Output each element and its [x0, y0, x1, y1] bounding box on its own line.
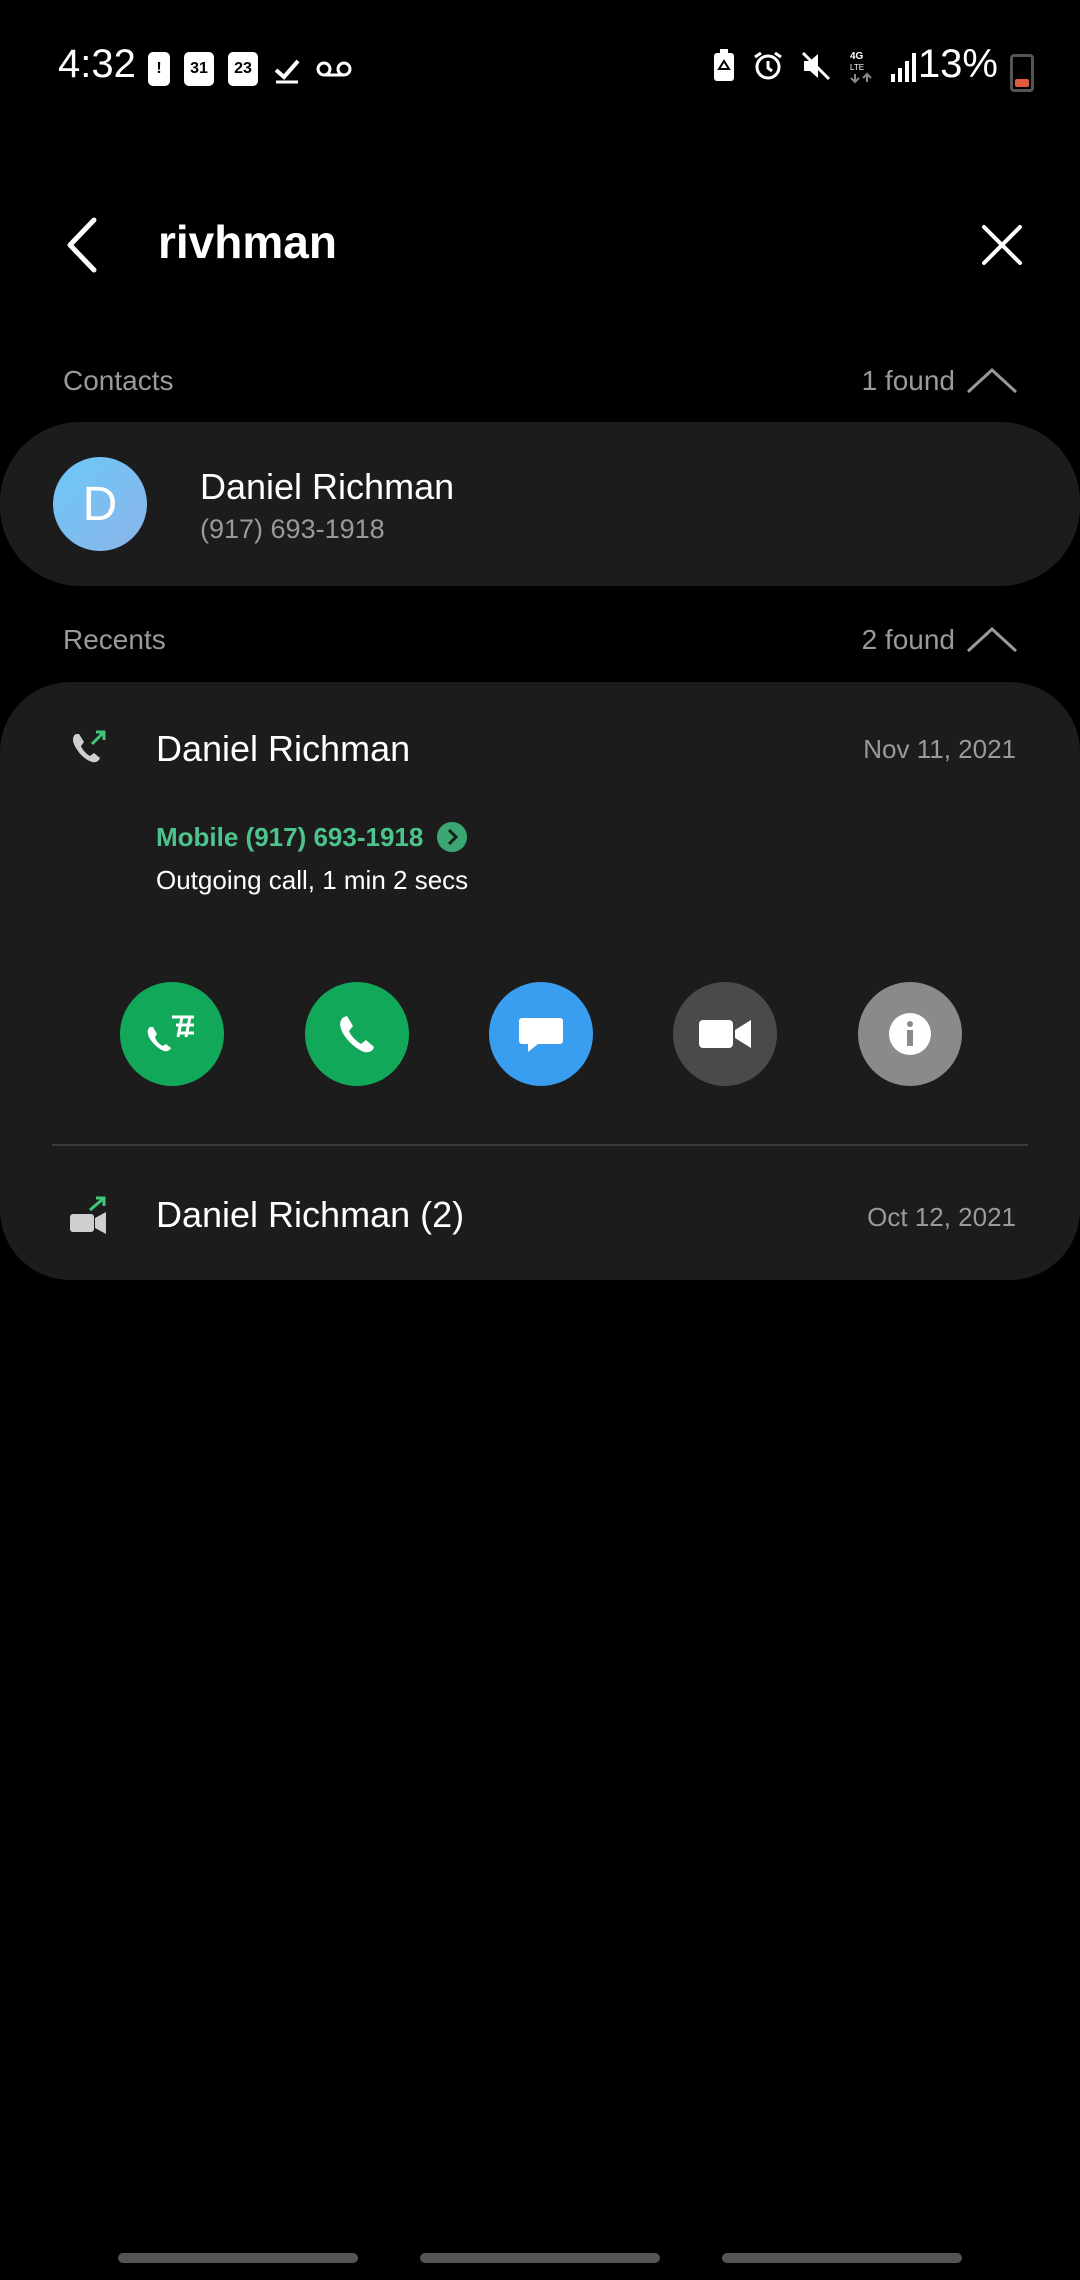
- recent-date: Nov 11, 2021: [863, 734, 1016, 764]
- clear-search-button[interactable]: [972, 215, 1032, 275]
- check-icon: [274, 59, 300, 84]
- recent-name[interactable]: Daniel Richman: [156, 728, 410, 770]
- battery-icon: [1010, 54, 1034, 92]
- svg-text:4G: 4G: [850, 51, 864, 62]
- message-button[interactable]: [489, 982, 593, 1086]
- svg-text:LTE: LTE: [850, 63, 864, 72]
- rtt-call-icon: [147, 1015, 194, 1052]
- back-button[interactable]: [58, 210, 108, 280]
- message-icon: [519, 1018, 563, 1052]
- search-query[interactable]: rivhman: [158, 215, 337, 269]
- collapse-recents-chevron-icon[interactable]: [962, 621, 1022, 657]
- divider: [52, 1144, 1028, 1146]
- info-icon: [889, 1013, 931, 1055]
- contacts-count: 1 found: [861, 365, 955, 396]
- call-icon: [340, 1016, 374, 1053]
- status-left-icons: ! 31 23: [148, 52, 352, 86]
- nav-recents-handle[interactable]: [118, 2253, 358, 2263]
- voicemail-icon: [316, 61, 352, 77]
- rtt-call-button[interactable]: [120, 982, 224, 1086]
- collapse-contacts-chevron-icon[interactable]: [962, 362, 1022, 398]
- info-button[interactable]: [858, 982, 962, 1086]
- contact-card[interactable]: [0, 422, 1080, 586]
- mute-icon: [801, 51, 831, 81]
- recent-name[interactable]: Daniel Richman (2): [156, 1194, 464, 1236]
- alert-icon: !: [148, 52, 170, 86]
- recents-count: 2 found: [861, 624, 955, 655]
- contact-phone: (917) 693-1918: [200, 514, 385, 544]
- battery-saver-icon: [714, 49, 734, 81]
- call-button[interactable]: [305, 982, 409, 1086]
- video-call-button[interactable]: [673, 982, 777, 1086]
- outgoing-video-call-icon: [70, 1196, 106, 1234]
- signal-icon: [891, 53, 916, 82]
- nav-home-handle[interactable]: [420, 2253, 660, 2263]
- battery-percent: 13%: [917, 42, 998, 86]
- contact-name: Daniel Richman: [200, 466, 455, 507]
- recents-section-label: Recents: [63, 624, 166, 655]
- status-right-icons: 4G LTE: [712, 48, 920, 84]
- calendar-23-icon: 23: [228, 52, 258, 86]
- alarm-icon: [754, 51, 782, 80]
- avatar: D: [53, 457, 147, 551]
- status-time: 4:32: [58, 42, 136, 86]
- contacts-section-label: Contacts: [63, 365, 174, 396]
- recent-number-line[interactable]: Mobile (917) 693-1918: [156, 822, 423, 853]
- nav-back-handle[interactable]: [722, 2253, 962, 2263]
- chevron-right-icon[interactable]: [437, 822, 467, 852]
- video-call-icon: [699, 1020, 751, 1048]
- outgoing-call-icon: [73, 730, 106, 763]
- recents-card: [0, 682, 1080, 1280]
- 4g-lte-icon: 4GLTE: [850, 51, 872, 84]
- recent-call-detail: Outgoing call, 1 min 2 secs: [156, 865, 469, 895]
- recent-date: Oct 12, 2021: [867, 1202, 1016, 1232]
- calendar-31-icon: 31: [184, 52, 214, 86]
